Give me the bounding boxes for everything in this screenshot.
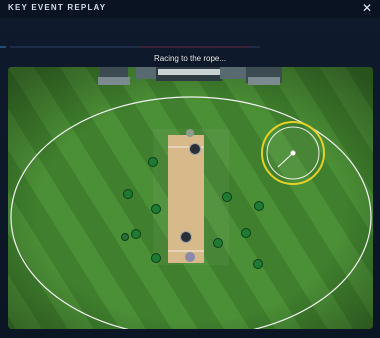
- stand-right-inner: [220, 67, 246, 79]
- replay-caption: Racing to the rope...: [153, 54, 227, 63]
- fielder: [123, 189, 133, 199]
- replay-field: [8, 67, 373, 329]
- stand-left-roof: [98, 77, 130, 85]
- stand-right-roof: [248, 77, 280, 85]
- panel-title: KEY EVENT REPLAY: [8, 3, 107, 12]
- fielder: [151, 253, 161, 263]
- wicketkeeper: [185, 252, 195, 262]
- ball: [290, 150, 296, 156]
- replay-panel: KEY EVENT REPLAY ✕ Racing to the rope...: [0, 0, 380, 338]
- umpire: [186, 129, 194, 137]
- fielder: [222, 192, 232, 202]
- fielder: [121, 233, 129, 241]
- fielder: [254, 201, 264, 211]
- pitch: [168, 135, 204, 263]
- fielder: [131, 229, 141, 239]
- ball-tracker: [261, 121, 325, 185]
- background-divider-left: [0, 46, 6, 48]
- close-icon[interactable]: ✕: [360, 1, 374, 15]
- fielder: [253, 259, 263, 269]
- cricket-ground: [8, 67, 373, 329]
- fielder: [213, 238, 223, 248]
- fielder: [241, 228, 251, 238]
- fielder: [151, 204, 161, 214]
- background-divider-accent: [140, 46, 250, 48]
- stand-centre-roof: [158, 69, 220, 75]
- fielder: [148, 157, 158, 167]
- panel-header: KEY EVENT REPLAY ✕: [0, 0, 380, 18]
